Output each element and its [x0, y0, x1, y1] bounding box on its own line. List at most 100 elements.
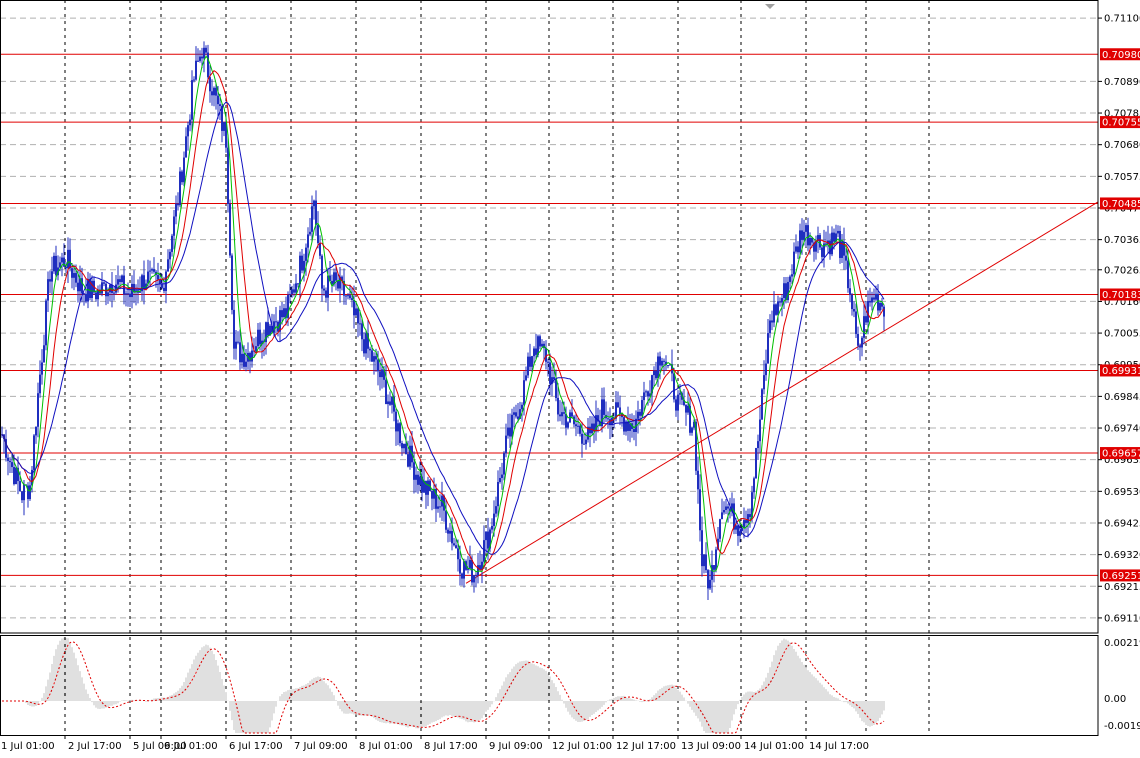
candle-body: [121, 275, 123, 282]
oscillator-panel: [2, 637, 885, 734]
y-tick-label: 0.69425: [1104, 518, 1140, 529]
candle-body: [163, 287, 165, 291]
candle-body: [417, 474, 419, 485]
candle-body: [455, 545, 457, 549]
candle-body: [149, 270, 151, 272]
candle-body: [673, 373, 675, 400]
sub-y-tick-label: 0.00: [1104, 694, 1126, 705]
candle-body: [557, 397, 559, 415]
y-tick-label: 0.70055: [1104, 329, 1140, 340]
candle-body: [643, 392, 645, 401]
candle-body: [51, 271, 53, 282]
candle-body: [189, 119, 191, 126]
x-tick-label: 14 Jul 01:00: [744, 741, 804, 752]
candle-body: [395, 411, 397, 432]
candle-body: [281, 310, 283, 318]
candle-body: [511, 414, 513, 437]
candle-body: [513, 412, 515, 415]
candle-body: [361, 323, 363, 340]
candle-body: [381, 369, 383, 378]
y-tick-label: 0.70365: [1104, 235, 1140, 246]
candle-body: [585, 439, 587, 445]
candle-body: [539, 336, 541, 347]
candle-body: [791, 274, 793, 277]
candle-body: [575, 424, 577, 427]
candle-body: [305, 247, 307, 261]
candle-body: [43, 345, 45, 363]
candle-body: [297, 283, 299, 285]
candle-body: [349, 295, 351, 299]
candle-body: [377, 359, 379, 372]
candle-body: [461, 573, 463, 579]
candle-body: [267, 322, 269, 336]
candle-body: [187, 125, 189, 137]
y-tick-label: 0.69110: [1104, 613, 1140, 624]
candle-body: [357, 308, 359, 324]
candle-body: [851, 294, 853, 310]
candle-body: [487, 531, 489, 549]
candle-body: [173, 216, 175, 236]
trendline-layer[interactable]: [465, 201, 1099, 584]
candle-body: [197, 60, 199, 62]
candle-body: [707, 570, 709, 589]
candle-body: [181, 171, 183, 183]
candle-body: [459, 559, 461, 574]
candle-body: [837, 230, 839, 234]
x-tick-label: 6 Jul 01:00: [164, 741, 218, 752]
candle-body: [559, 414, 561, 417]
candle-body: [757, 441, 759, 449]
candle-body: [745, 520, 747, 523]
candle-body: [769, 320, 771, 334]
candle-body: [373, 356, 375, 362]
candle-body: [771, 320, 773, 323]
candle-body: [679, 393, 681, 395]
candle-body: [831, 232, 833, 255]
y-tick-label: 0.71100: [1104, 14, 1140, 25]
candle-body: [375, 356, 377, 360]
candle-body: [809, 237, 811, 246]
candle-body: [9, 460, 11, 463]
candle-body: [235, 341, 237, 349]
candle-body: [53, 255, 55, 272]
candle-body: [603, 399, 605, 415]
candle-body: [45, 300, 47, 346]
trendline[interactable]: [465, 201, 1099, 584]
price-chart[interactable]: 0.711000.708900.707850.706800.705750.704…: [0, 0, 1140, 758]
candle-body: [193, 79, 195, 81]
candle-body: [841, 242, 843, 258]
candle-body: [185, 136, 187, 158]
candle-body: [469, 559, 471, 569]
candle-body: [49, 279, 51, 282]
candle-body: [157, 275, 159, 280]
candle-body: [749, 514, 751, 518]
candle-body: [179, 171, 181, 206]
candle-body: [29, 485, 31, 500]
candle-body: [419, 476, 421, 485]
candle-body: [725, 506, 727, 510]
candle-body: [529, 356, 531, 367]
candle-body: [463, 561, 465, 579]
candle-body: [687, 405, 689, 413]
candle-body: [405, 443, 407, 455]
candle-body: [293, 289, 295, 293]
candle-body: [387, 401, 389, 405]
candle-body: [655, 370, 657, 379]
candle-body: [517, 416, 519, 419]
candle-body: [347, 295, 349, 297]
candle-body: [857, 333, 859, 346]
candle-body: [313, 200, 315, 207]
candle-body: [715, 549, 717, 570]
level-price-label: 0.70183: [1102, 290, 1140, 301]
candle-body: [209, 77, 211, 92]
candle-body: [353, 299, 355, 316]
x-tick-label: 6 Jul 17:00: [229, 741, 283, 752]
candle-body: [255, 346, 257, 351]
candle-body: [67, 249, 69, 269]
candle-body: [451, 530, 453, 544]
candle-body: [495, 506, 497, 514]
candle-body: [437, 506, 439, 509]
candle-body: [849, 288, 851, 295]
candle-body: [431, 491, 433, 499]
candle-body: [793, 251, 795, 275]
candle-body: [709, 579, 711, 589]
